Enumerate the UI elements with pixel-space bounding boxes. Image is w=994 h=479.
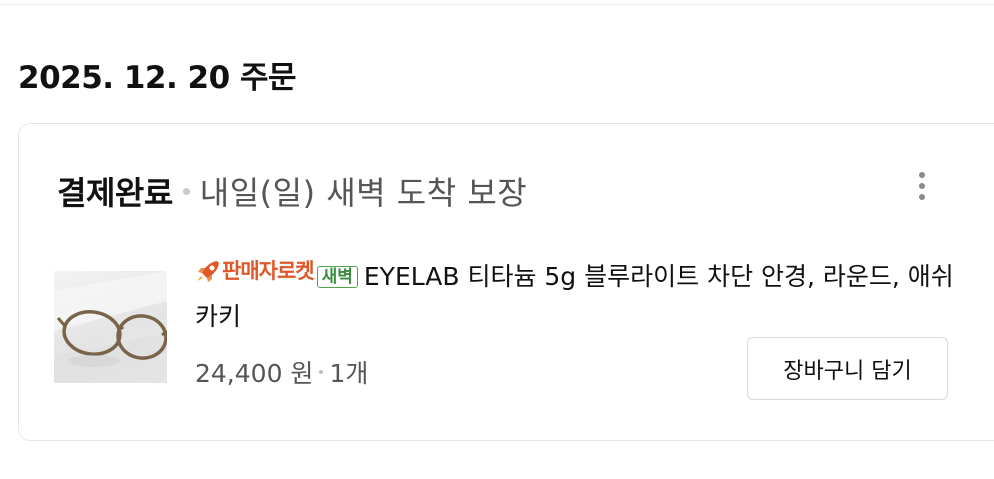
kebab-menu-icon	[919, 172, 925, 178]
glasses-icon	[54, 271, 167, 383]
delivery-guarantee: 내일(일) 새벽 도착 보장	[199, 174, 528, 212]
product-title[interactable]: 판매자로켓 새벽 EYELAB 티타늄 5g 블루라이트 차단 안경, 라운드, …	[195, 251, 955, 337]
top-divider	[0, 0, 994, 5]
price-row: 24,400 원 1개	[195, 354, 368, 390]
product-quantity: 1개	[329, 359, 369, 388]
product-price: 24,400 원	[195, 359, 314, 388]
rocket-icon	[197, 261, 219, 282]
order-card: 결제완료 내일(일) 새벽 도착 보장 판매자로켓 새벽 EYELAB 티타늄 …	[18, 123, 994, 441]
product-image[interactable]	[54, 271, 167, 383]
separator-dot	[319, 370, 324, 374]
order-date-heading: 2025. 12. 20 주문	[18, 60, 297, 96]
dawn-delivery-badge: 새벽	[316, 266, 358, 288]
more-options-button[interactable]	[912, 168, 932, 204]
kebab-menu-icon-dot	[919, 194, 925, 200]
add-to-cart-button[interactable]: 장바구니 담기	[747, 337, 948, 400]
kebab-menu-icon-dot	[919, 183, 925, 189]
separator-dot	[182, 187, 190, 195]
order-status: 결제완료	[57, 174, 173, 212]
order-status-row: 결제완료 내일(일) 새벽 도착 보장	[57, 168, 527, 214]
seller-rocket-badge: 판매자로켓	[195, 251, 315, 291]
